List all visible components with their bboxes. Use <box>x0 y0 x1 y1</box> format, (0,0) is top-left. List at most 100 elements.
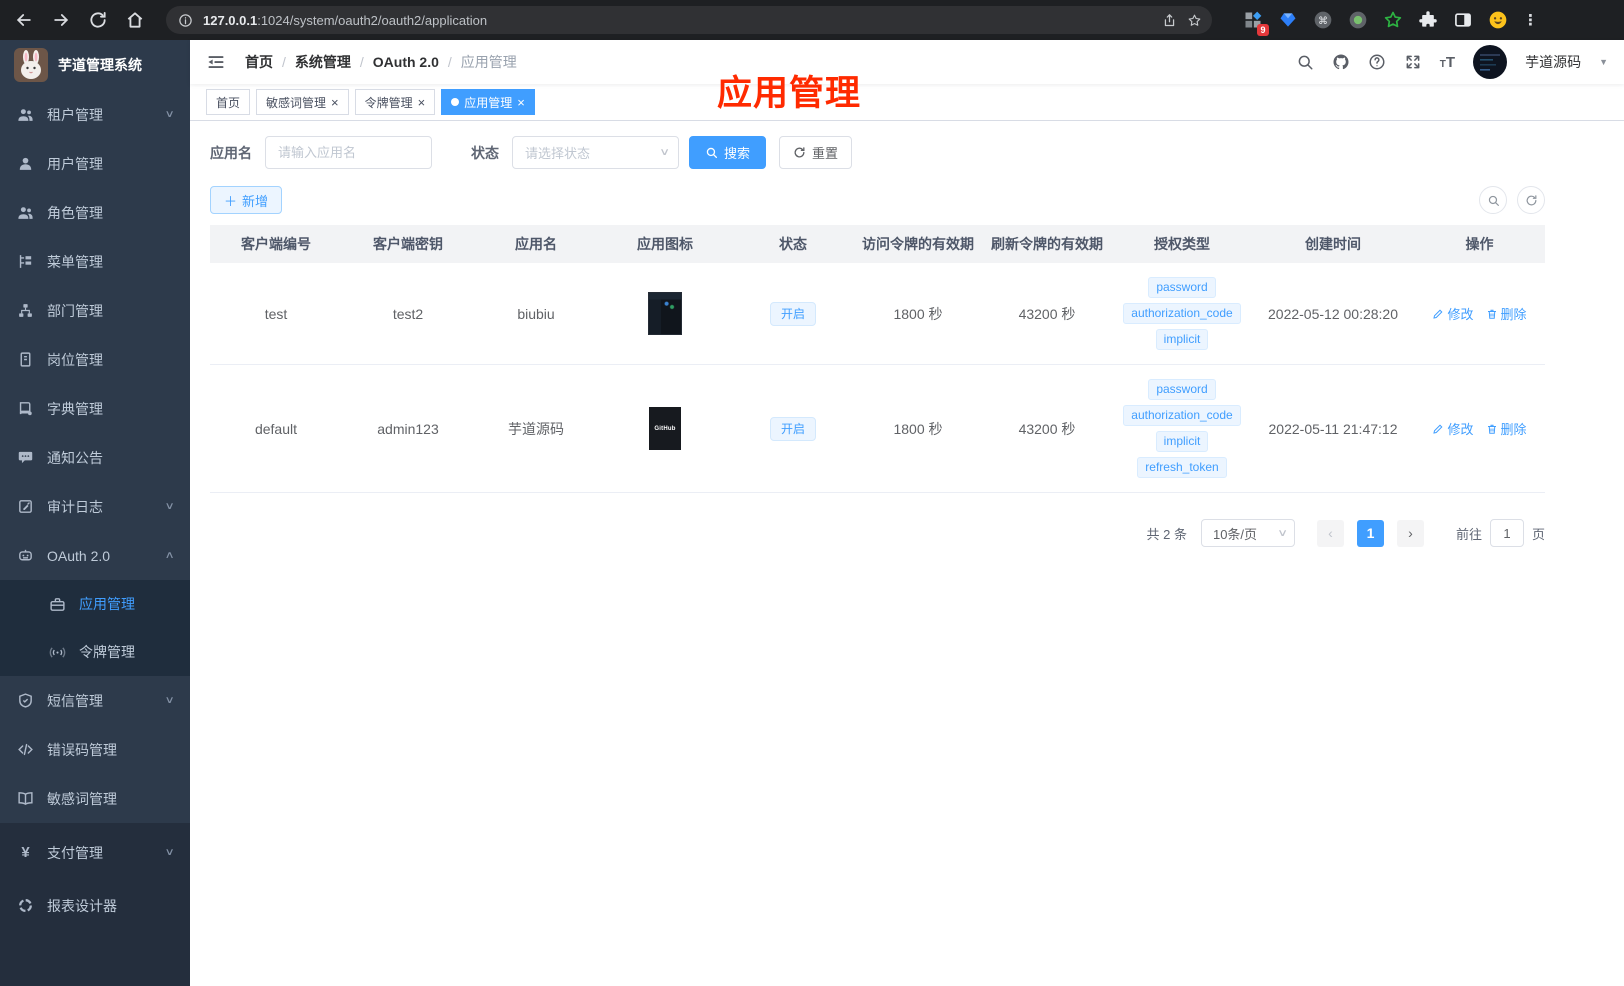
logo-avatar <box>14 48 48 82</box>
table-row-default: default admin123 芋道源码 GitHub 开启 1800 秒 43200 秒… <box>210 364 1545 493</box>
dict-book-icon <box>17 400 34 417</box>
status-badge[interactable]: 开启 <box>769 416 816 441</box>
sidebar-item-menu[interactable]: 菜单管理 <box>0 237 190 286</box>
star-extension-icon[interactable] <box>1383 10 1403 30</box>
command-extension-icon[interactable]: ⌘ <box>1313 10 1333 30</box>
profile-avatar-icon[interactable] <box>1488 10 1508 30</box>
tab-close-icon[interactable]: × <box>517 96 525 109</box>
sidebar-item-audit[interactable]: 审计日志 ∨ <box>0 482 190 531</box>
tab-close-icon[interactable]: × <box>331 96 339 109</box>
user-icon <box>17 155 34 172</box>
tab-应用管理[interactable]: 应用管理 × <box>441 89 535 115</box>
toolbar-right <box>1479 186 1545 214</box>
table-toolbar: ＋ 新增 <box>210 186 1545 214</box>
font-size-icon[interactable]: TT <box>1440 55 1455 70</box>
sidebar-item-errcode[interactable]: 错误码管理 <box>0 725 190 774</box>
site-info-icon[interactable] <box>178 13 193 28</box>
chevron-down-icon: ∨ <box>658 147 670 158</box>
sidebar-item-pay[interactable]: ¥ 支付管理 ∨ <box>0 826 190 879</box>
help-icon[interactable] <box>1368 53 1386 71</box>
bookmark-star-icon[interactable] <box>1187 13 1202 28</box>
sidebar-item-oauth[interactable]: OAuth 2.0 ∧ <box>0 531 190 580</box>
sidebar-item-oauth-token[interactable]: 令牌管理 <box>0 628 190 676</box>
show-search-button[interactable] <box>1479 186 1507 214</box>
cell-app-icon: GitHub <box>598 364 732 493</box>
tab-敏感词管理[interactable]: 敏感词管理 × <box>256 89 349 115</box>
edit-link[interactable]: 修改 <box>1432 419 1474 438</box>
share-icon[interactable] <box>1162 13 1177 28</box>
cell-client-id: test <box>210 263 342 365</box>
delete-link[interactable]: 删除 <box>1486 304 1527 323</box>
cell-actions: 修改 删除 <box>1414 364 1545 493</box>
record-extension-icon[interactable] <box>1348 10 1368 30</box>
next-page-button[interactable]: › <box>1396 519 1424 547</box>
sidebar-item-sms[interactable]: 短信管理 ∨ <box>0 676 190 725</box>
refresh-table-button[interactable] <box>1517 186 1545 214</box>
tab-close-icon[interactable]: × <box>418 96 426 109</box>
tab-首页[interactable]: 首页 × <box>206 89 251 115</box>
chevron-down-icon[interactable]: ▼ <box>1599 57 1608 67</box>
sidebar-item-sensitive[interactable]: 敏感词管理 <box>0 774 190 823</box>
sidebar-item-dept[interactable]: 部门管理 <box>0 286 190 335</box>
sidebar-item-notice[interactable]: 通知公告 <box>0 433 190 482</box>
page-size-select[interactable]: 10条/页 ∨ <box>1200 519 1295 547</box>
sidebar-item-oauth-app[interactable]: 应用管理 <box>0 580 190 628</box>
add-button[interactable]: ＋ 新增 <box>210 186 283 214</box>
address-bar[interactable]: 127.0.0.1:1024/system/oauth2/oauth2/appl… <box>166 6 1212 34</box>
delete-link[interactable]: 删除 <box>1486 419 1527 438</box>
column-header: 应用图标 <box>598 225 732 263</box>
tab-令牌管理[interactable]: 令牌管理 × <box>354 89 436 115</box>
username[interactable]: 芋道源码 <box>1525 52 1581 72</box>
breadcrumb-item[interactable]: OAuth 2.0 <box>373 54 439 70</box>
search-button[interactable]: 搜索 <box>689 136 767 169</box>
top-navbar: 首页 / 系统管理 / OAuth 2.0 / 应用管理 TT 芋道源码 ▼ <box>190 40 1624 84</box>
fullscreen-icon[interactable] <box>1404 53 1422 71</box>
page-number-button[interactable]: 1 <box>1356 519 1384 547</box>
svg-text:⌘: ⌘ <box>1318 16 1328 27</box>
collapse-sidebar-icon[interactable] <box>206 52 226 72</box>
app-name-input[interactable] <box>265 136 432 169</box>
cell-refresh-token-ttl: 43200 秒 <box>982 364 1112 493</box>
gem-extension-icon[interactable] <box>1278 10 1298 30</box>
breadcrumb-item[interactable]: 系统管理 <box>295 52 351 72</box>
sidebar: 芋道管理系统 租户管理 ∨ 用户管理 角色管理 菜单管理 部门管理 岗位管理 字… <box>0 40 190 986</box>
signal-icon <box>49 644 66 661</box>
badge-icon <box>17 351 34 368</box>
status-badge[interactable]: 开启 <box>769 301 816 326</box>
browser-back-icon[interactable] <box>14 10 34 30</box>
page-content: 应用名 状态 请选择状态 ∨ 搜索 重置 ＋ <box>190 121 1545 547</box>
breadcrumb-item[interactable]: 首页 <box>245 52 273 72</box>
grant-type-tag: refresh_token <box>1137 457 1227 478</box>
status-label: 状态 <box>471 144 499 161</box>
browser-menu-icon[interactable]: ⋮ <box>1523 13 1538 28</box>
sidebar-item-dict[interactable]: 字典管理 <box>0 384 190 433</box>
grant-type-tag: password <box>1148 379 1216 400</box>
prev-page-button[interactable]: ‹ <box>1316 519 1344 547</box>
edit-link[interactable]: 修改 <box>1432 304 1474 323</box>
github-icon[interactable] <box>1332 53 1350 71</box>
sidebar-item-post[interactable]: 岗位管理 <box>0 335 190 384</box>
tag-manager-extension-icon[interactable]: 9 <box>1243 10 1269 36</box>
sidebar-item-user[interactable]: 用户管理 <box>0 139 190 188</box>
shield-icon <box>17 692 34 709</box>
sidebar-item-tenant[interactable]: 租户管理 ∨ <box>0 90 190 139</box>
browser-reload-icon[interactable] <box>88 10 108 30</box>
puzzle-extensions-icon[interactable] <box>1418 10 1438 30</box>
breadcrumb-separator: / <box>447 54 452 70</box>
tags-view-bar: 首页 × 敏感词管理 × 令牌管理 × 应用管理 × <box>190 84 1624 121</box>
browser-forward-icon[interactable] <box>51 10 71 30</box>
browser-home-icon[interactable] <box>125 10 145 30</box>
cell-actions: 修改 删除 <box>1414 263 1545 365</box>
status-select[interactable]: 请选择状态 ∨ <box>512 136 679 169</box>
column-header: 操作 <box>1414 225 1545 263</box>
grant-type-tag: implicit <box>1155 329 1209 350</box>
reset-button[interactable]: 重置 <box>779 136 853 169</box>
goto-page-input[interactable] <box>1489 519 1524 547</box>
search-icon[interactable] <box>1296 53 1314 71</box>
user-avatar[interactable] <box>1473 45 1508 79</box>
cell-client-id: default <box>210 364 342 493</box>
sidebar-item-report[interactable]: 报表设计器 <box>0 879 190 932</box>
app-title: 芋道管理系统 <box>58 57 142 73</box>
side-panel-icon[interactable] <box>1453 10 1473 30</box>
sidebar-item-role[interactable]: 角色管理 <box>0 188 190 237</box>
